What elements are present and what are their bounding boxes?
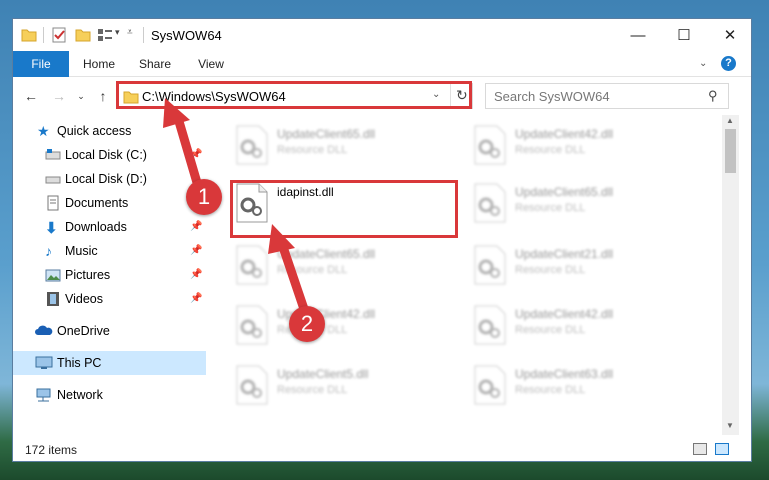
arrow-to-file	[268, 224, 310, 317]
step-2-badge: 2	[289, 306, 325, 342]
arrow-to-address-bar	[163, 98, 203, 191]
step-1-badge: 1	[186, 179, 222, 215]
callout-arrows	[163, 98, 310, 317]
